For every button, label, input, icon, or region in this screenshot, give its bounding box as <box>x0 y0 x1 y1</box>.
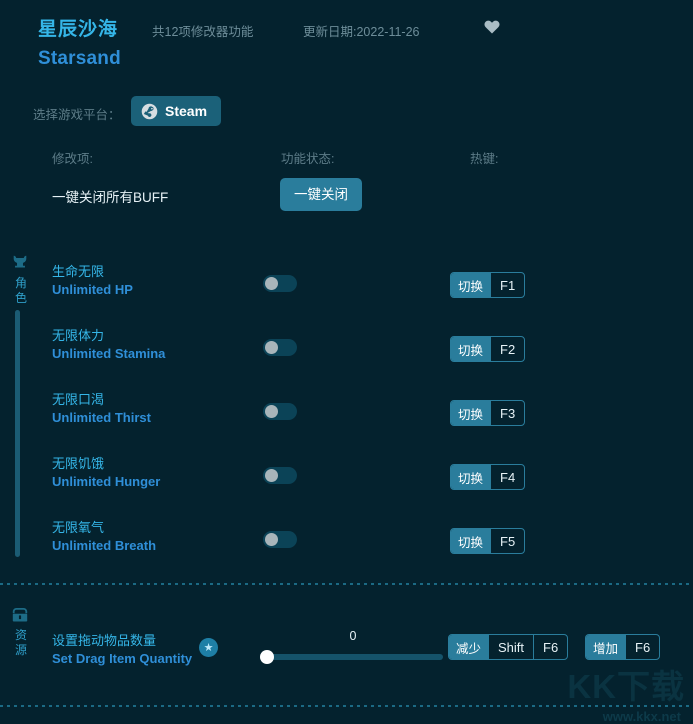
watermark-brand: KK下载 <box>567 668 685 705</box>
steam-icon <box>141 103 158 120</box>
platform-label: 选择游戏平台： <box>33 108 121 122</box>
slider-value-label: 0 <box>349 629 357 643</box>
feature-names: 生命无限 Unlimited HP <box>52 263 133 299</box>
column-header-hotkey: 热键: <box>470 152 499 166</box>
platform-steam-button[interactable]: Steam <box>131 96 222 126</box>
feature-names: 设置拖动物品数量 Set Drag Item Quantity <box>52 632 192 668</box>
hotkey-action-label: 切换 <box>451 529 491 553</box>
feature-row: 生命无限 Unlimited HP 切换 F1 <box>0 252 693 316</box>
feature-name-en: Unlimited Breath <box>52 538 157 553</box>
feature-count-label: 共12项修改器功能 <box>152 25 254 39</box>
platform-steam-label: Steam <box>165 103 208 119</box>
star-icon[interactable]: ★ <box>199 638 218 657</box>
hotkey-action-label: 增加 <box>586 635 626 659</box>
hotkey-action-label: 切换 <box>451 337 491 361</box>
hotkey-binding[interactable]: 切换 F3 <box>450 400 526 426</box>
hotkey-key-label: F4 <box>490 465 524 489</box>
feature-toggle[interactable] <box>263 467 297 484</box>
hotkey-key-label: F2 <box>490 337 524 361</box>
column-header-modifier: 修改项: <box>52 152 93 166</box>
toggle-knob <box>265 405 278 418</box>
feature-toggle[interactable] <box>263 339 297 356</box>
feature-name-cn: 无限口渴 <box>52 392 105 407</box>
hotkey-modifier-label: Shift <box>488 635 533 659</box>
section-character: 角色 生命无限 Unlimited HP 切换 F1 无限体力 Unlimite… <box>0 252 693 572</box>
column-header-status: 功能状态: <box>281 152 335 166</box>
feature-toggle[interactable] <box>263 403 297 420</box>
hotkey-action-label: 切换 <box>451 273 491 297</box>
feature-names: 无限氧气 Unlimited Breath <box>52 519 156 555</box>
feature-name-en: Unlimited Stamina <box>52 346 166 361</box>
hotkey-action-label: 切换 <box>451 465 491 489</box>
toggle-knob <box>265 277 278 290</box>
hotkey-binding[interactable]: 切换 F2 <box>450 336 526 362</box>
hotkey-binding[interactable]: 切换 F1 <box>450 272 526 298</box>
hotkey-binding-decrease[interactable]: 减少 Shift F6 <box>448 634 569 660</box>
hotkey-binding[interactable]: 切换 F5 <box>450 528 526 554</box>
feature-row: 无限口渴 Unlimited Thirst 切换 F3 <box>0 380 693 444</box>
page-title-en: Starsand <box>38 48 121 69</box>
feature-row: 无限氧气 Unlimited Breath 切换 F5 <box>0 508 693 572</box>
hotkey-key-label: F6 <box>625 635 659 659</box>
hotkey-key-label: F1 <box>490 273 524 297</box>
slider-track[interactable] <box>260 650 443 664</box>
feature-names: 无限体力 Unlimited Stamina <box>52 327 165 363</box>
global-disable-label: 一键关闭所有BUFF <box>52 190 169 205</box>
heart-icon[interactable] <box>484 19 500 35</box>
feature-names: 无限口渴 Unlimited Thirst <box>52 391 151 427</box>
feature-name-en: Unlimited Thirst <box>52 410 151 425</box>
watermark-url: www.kkx.net <box>602 709 681 724</box>
feature-name-cn: 生命无限 <box>52 264 105 279</box>
feature-name-en: Unlimited Hunger <box>52 474 161 489</box>
page-title-cn: 星辰沙海 <box>38 19 119 40</box>
hotkey-binding[interactable]: 切换 F4 <box>450 464 526 490</box>
feature-toggle[interactable] <box>263 275 297 292</box>
feature-name-cn: 设置拖动物品数量 <box>52 633 157 648</box>
slider-thumb[interactable] <box>260 650 274 664</box>
feature-row: 无限饥饿 Unlimited Hunger 切换 F4 <box>0 444 693 508</box>
feature-name-cn: 无限饥饿 <box>52 456 105 471</box>
toggle-knob <box>265 469 278 482</box>
feature-names: 无限饥饿 Unlimited Hunger <box>52 455 160 491</box>
feature-toggle[interactable] <box>263 531 297 548</box>
hotkey-key-label: F6 <box>533 635 567 659</box>
toggle-knob <box>265 533 278 546</box>
hotkey-action-label: 减少 <box>449 635 489 659</box>
app-header: 星辰沙海 Starsand 共12项修改器功能 更新日期:2022-11-26 <box>0 0 693 88</box>
feature-name-en: Unlimited HP <box>52 282 133 297</box>
global-disable-button[interactable]: 一键关闭 <box>280 178 362 211</box>
hotkey-binding-increase[interactable]: 增加 F6 <box>585 634 661 660</box>
feature-name-cn: 无限氧气 <box>52 520 105 535</box>
update-date-label: 更新日期:2022-11-26 <box>303 25 420 39</box>
hotkey-action-label: 切换 <box>451 401 491 425</box>
global-disable-row: 一键关闭所有BUFF 一键关闭 <box>0 178 693 214</box>
toggle-knob <box>265 341 278 354</box>
hotkey-key-label: F5 <box>490 529 524 553</box>
character-rows: 生命无限 Unlimited HP 切换 F1 无限体力 Unlimited S… <box>0 252 693 572</box>
feature-row: 无限体力 Unlimited Stamina 切换 F2 <box>0 316 693 380</box>
hotkey-key-label: F3 <box>490 401 524 425</box>
section-divider <box>0 583 693 585</box>
platform-selector-row: 选择游戏平台： Steam <box>0 96 693 136</box>
feature-name-cn: 无限体力 <box>52 328 105 343</box>
feature-name-en: Set Drag Item Quantity <box>52 651 193 666</box>
